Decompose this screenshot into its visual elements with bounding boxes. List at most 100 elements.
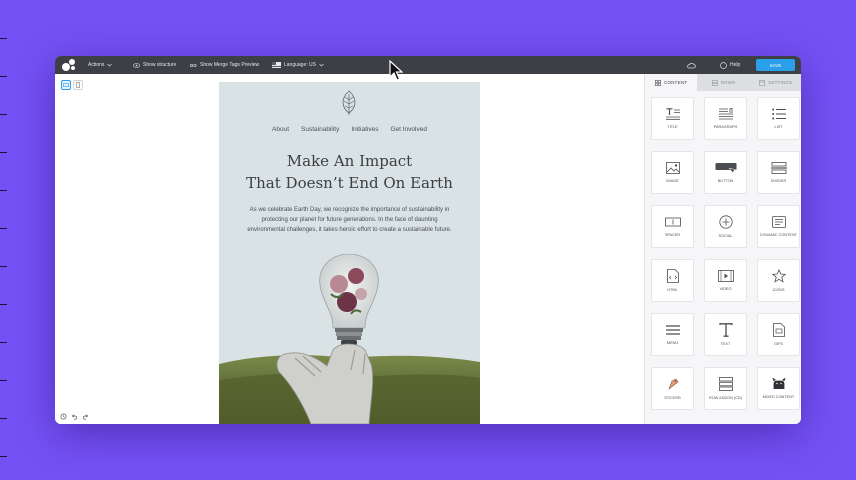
block-menu-label: MENU <box>666 340 679 345</box>
rows-icon <box>711 79 718 86</box>
grid-icon <box>655 79 662 86</box>
actions-menu[interactable]: Actions <box>88 56 113 74</box>
block-sticker[interactable]: STICKER <box>651 367 694 410</box>
history-controls <box>59 412 89 420</box>
tab-content[interactable]: CONTENT <box>645 74 698 91</box>
help-label: Help <box>730 62 741 68</box>
social-icon <box>718 215 733 229</box>
block-paragraph[interactable]: PARAGRAPH <box>704 97 747 140</box>
text-icon <box>718 322 733 337</box>
history-icon <box>60 413 66 419</box>
menu-icon <box>665 325 680 335</box>
cloud-sync-button[interactable] <box>687 56 696 74</box>
show-structure-label: Show structure <box>143 62 177 68</box>
block-gifs[interactable]: GIFS <box>757 313 800 356</box>
block-html-label: HTML <box>667 287 678 292</box>
block-divider-label: DIVIDER <box>770 178 787 183</box>
chevron-down-icon <box>319 63 324 67</box>
block-image[interactable]: IMAGE <box>651 151 694 194</box>
block-row-addon[interactable]: ROW ADDON (CD) <box>704 367 747 410</box>
headline-line-1: Make An Impact <box>286 152 413 170</box>
block-text[interactable]: TEXT <box>704 313 747 356</box>
nav-link-about[interactable]: About <box>272 126 289 133</box>
background-ruler <box>0 0 10 480</box>
block-row-addon-label: ROW ADDON (CD) <box>709 395 742 400</box>
block-social-label: SOCIAL <box>718 233 733 238</box>
block-button-label: BUTTON <box>717 178 734 183</box>
actions-label: Actions <box>88 62 105 68</box>
merge-tags-icon <box>190 63 197 67</box>
gif-icon <box>772 322 785 337</box>
flag-icon <box>272 62 281 68</box>
language-select[interactable]: Language: US <box>272 56 324 74</box>
editor-canvas: About Sustainability Initiatives Get Inv… <box>55 74 644 424</box>
merge-tags-toggle[interactable]: Show Merge Tags Preview <box>190 56 259 74</box>
block-icons[interactable]: ICONS <box>757 259 800 302</box>
block-paragraph-label: PARAGRAPH <box>713 124 738 129</box>
content-blocks-grid: TITLE PARAGRAPH LIST IMAGE BUTTON DIVIDE… <box>651 97 800 410</box>
help-button[interactable]: Help <box>720 56 740 74</box>
mobile-view-button[interactable] <box>73 80 83 90</box>
settings-icon <box>759 79 766 86</box>
block-list-label: LIST <box>774 124 783 129</box>
nav-link-get-involved[interactable]: Get Involved <box>390 126 427 133</box>
content-panel: CONTENT ROWS SETTINGS TITLE PARAGRAPH LI… <box>644 74 801 424</box>
title-icon <box>665 107 680 120</box>
email-preview[interactable]: About Sustainability Initiatives Get Inv… <box>219 82 480 424</box>
block-video[interactable]: VIDEO <box>704 259 747 302</box>
block-title-label: TITLE <box>667 124 678 129</box>
nav-link-initiatives[interactable]: Initiatives <box>351 126 378 133</box>
block-html[interactable]: HTML <box>651 259 694 302</box>
row-addon-icon <box>718 376 733 391</box>
app-logo-icon <box>62 59 75 71</box>
headline-line-2: That Doesn’t End On Earth <box>246 174 453 192</box>
paragraph-icon <box>718 107 733 120</box>
desktop-view-button[interactable] <box>61 80 71 90</box>
block-title[interactable]: TITLE <box>651 97 694 140</box>
sticker-icon <box>667 378 678 390</box>
video-icon <box>717 269 734 282</box>
block-divider[interactable]: DIVIDER <box>757 151 800 194</box>
view-toggle <box>61 80 83 90</box>
html-icon <box>666 268 679 283</box>
mobile-icon <box>76 82 80 88</box>
chevron-down-icon <box>107 63 113 67</box>
leaf-logo-icon <box>342 90 356 115</box>
undo-icon <box>71 413 77 420</box>
tab-settings-label: SETTINGS <box>768 80 793 85</box>
redo-icon <box>82 413 88 420</box>
block-spacer[interactable]: SPACER <box>651 205 694 248</box>
image-icon <box>665 161 680 174</box>
block-button[interactable]: BUTTON <box>704 151 747 194</box>
block-text-label: TEXT <box>720 341 731 346</box>
block-social[interactable]: SOCIAL <box>704 205 747 248</box>
block-list[interactable]: LIST <box>757 97 800 140</box>
tab-settings[interactable]: SETTINGS <box>749 74 801 91</box>
block-menu[interactable]: MENU <box>651 313 694 356</box>
block-sticker-label: STICKER <box>664 395 681 400</box>
dynamic-content-icon <box>771 215 786 228</box>
undo-button[interactable] <box>70 412 78 420</box>
save-button[interactable]: SAVE <box>756 59 795 71</box>
hero-lightbulb-image <box>219 254 480 424</box>
eye-icon <box>133 62 140 68</box>
email-body-text: As we celebrate Earth Day, we recognize … <box>247 207 452 233</box>
email-nav: About Sustainability Initiatives Get Inv… <box>219 126 480 133</box>
block-video-label: VIDEO <box>719 286 732 291</box>
help-icon <box>720 61 727 69</box>
history-button[interactable] <box>59 412 67 420</box>
redo-button[interactable] <box>81 412 89 420</box>
nav-link-sustainability[interactable]: Sustainability <box>301 126 339 133</box>
block-dynamic-content[interactable]: DYNAMIC CONTENT <box>757 205 800 248</box>
spacer-icon <box>664 217 681 227</box>
tab-rows[interactable]: ROWS <box>697 74 750 91</box>
block-dynamic-content-label: DYNAMIC CONTENT <box>760 232 797 237</box>
block-gifs-label: GIFS <box>774 341 783 346</box>
block-mixed-content[interactable]: MIXED CONTENT <box>757 367 800 410</box>
panel-tabs: CONTENT ROWS SETTINGS <box>645 74 801 91</box>
mixed-content-icon <box>771 377 786 389</box>
show-structure-toggle[interactable]: Show structure <box>133 56 176 74</box>
block-icons-label: ICONS <box>772 287 785 292</box>
tab-rows-label: ROWS <box>720 80 736 85</box>
language-label: Language: US <box>284 62 316 68</box>
